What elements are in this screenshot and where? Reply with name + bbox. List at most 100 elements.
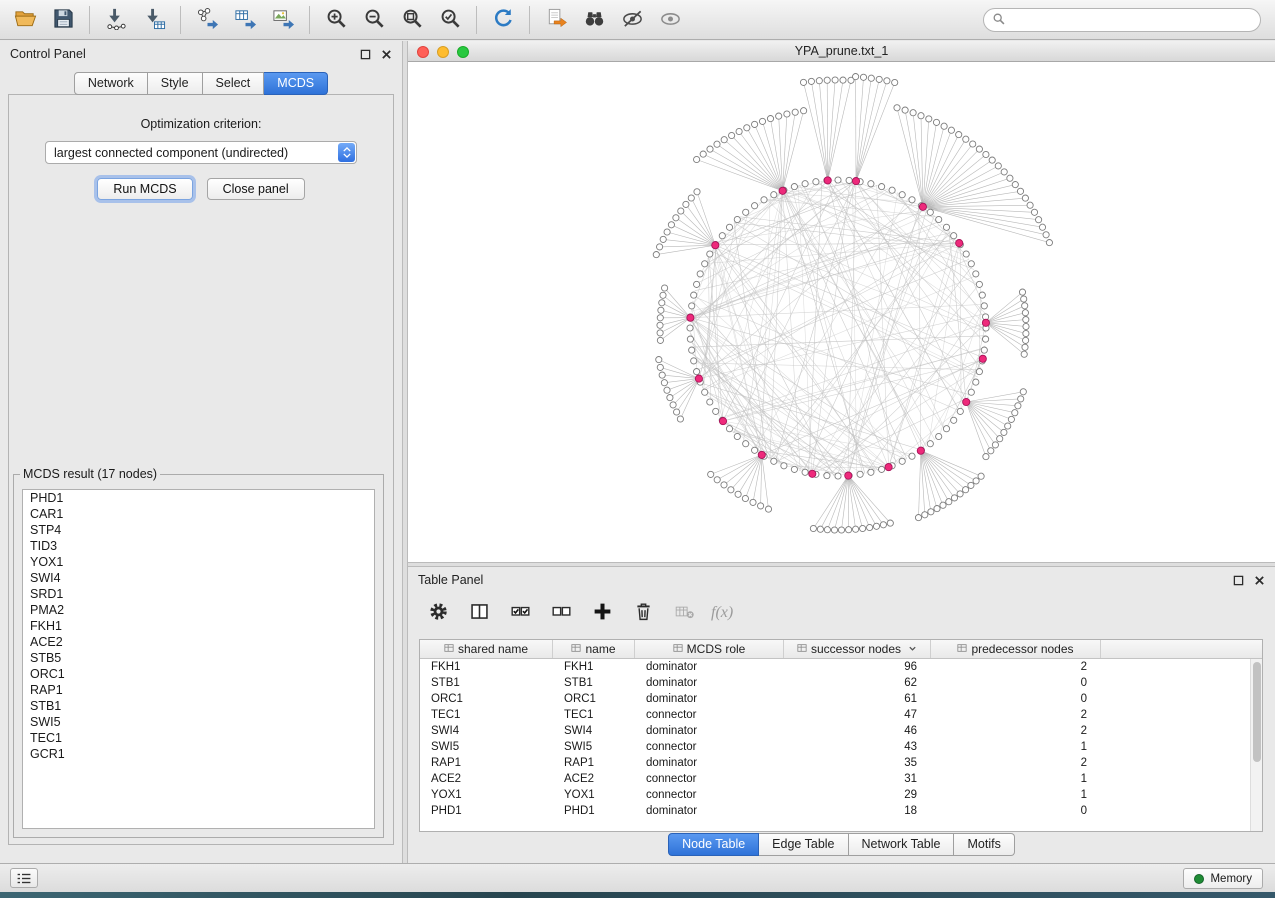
- deselect-all-checkbox-button[interactable]: [545, 598, 577, 628]
- table-row[interactable]: YOX1YOX1connector291: [420, 787, 1250, 803]
- zoom-in-button[interactable]: [317, 4, 355, 36]
- table-row[interactable]: STB1STB1dominator620: [420, 675, 1250, 691]
- export-table-button[interactable]: [226, 4, 264, 36]
- open-file-button[interactable]: [6, 4, 44, 36]
- search-network-button[interactable]: [575, 4, 613, 36]
- save-session-button[interactable]: [44, 4, 82, 36]
- cell-MCDS-role: dominator: [635, 725, 784, 737]
- table-row[interactable]: SWI4SWI4dominator462: [420, 723, 1250, 739]
- search-input[interactable]: [1006, 11, 1260, 29]
- select-all-checkbox-button[interactable]: [504, 598, 536, 628]
- close-panel-button[interactable]: Close panel: [207, 178, 305, 200]
- search-box[interactable]: [983, 8, 1261, 32]
- mcds-node-item[interactable]: SRD1: [23, 586, 374, 602]
- function-button[interactable]: f(x): [709, 598, 733, 628]
- column-grid-icon: [673, 642, 683, 656]
- show-panels-button[interactable]: [10, 868, 38, 888]
- table-row[interactable]: ACE2ACE2connector311: [420, 771, 1250, 787]
- mcds-node-item[interactable]: TID3: [23, 538, 374, 554]
- tab-mcds[interactable]: MCDS: [264, 72, 328, 95]
- split-view-button[interactable]: [463, 598, 495, 628]
- table-scrollbar-thumb[interactable]: [1253, 662, 1261, 762]
- export-network-icon: [196, 7, 219, 33]
- import-table-button[interactable]: [135, 4, 173, 36]
- table-row[interactable]: TEC1TEC1connector472: [420, 707, 1250, 723]
- zoom-out-button[interactable]: [355, 4, 393, 36]
- mcds-node-item[interactable]: SWI5: [23, 714, 374, 730]
- column-header-successor-nodes[interactable]: successor nodes: [784, 640, 931, 658]
- export-document-button[interactable]: [537, 4, 575, 36]
- column-header-MCDS-role[interactable]: MCDS role: [635, 640, 784, 658]
- zoom-fit-button[interactable]: [393, 4, 431, 36]
- mcds-node-item[interactable]: STB1: [23, 698, 374, 714]
- tab-select[interactable]: Select: [203, 72, 265, 95]
- show-graphics-button[interactable]: [651, 4, 689, 36]
- memory-button-label: Memory: [1210, 873, 1252, 885]
- column-header-predecessor-nodes[interactable]: predecessor nodes: [931, 640, 1101, 658]
- cell-MCDS-role: dominator: [635, 805, 784, 817]
- tab-node-table[interactable]: Node Table: [668, 833, 759, 856]
- memory-button[interactable]: Memory: [1183, 868, 1263, 889]
- save-session-icon: [52, 7, 75, 33]
- maximize-window-icon[interactable]: [457, 46, 469, 58]
- network-canvas[interactable]: [408, 62, 1275, 562]
- mcds-node-item[interactable]: FKH1: [23, 618, 374, 634]
- tab-network[interactable]: Network: [74, 72, 148, 95]
- mcds-node-item[interactable]: PHD1: [23, 490, 374, 506]
- cell-name: SWI5: [553, 741, 635, 753]
- gear-button[interactable]: [422, 598, 454, 628]
- criterion-select-value: largest connected component (undirected): [46, 146, 338, 160]
- tab-motifs[interactable]: Motifs: [954, 833, 1014, 856]
- show-graphics-icon: [659, 7, 682, 33]
- network-graph[interactable]: [408, 62, 1275, 562]
- delete-table-button[interactable]: [668, 598, 700, 628]
- mcds-node-item[interactable]: SWI4: [23, 570, 374, 586]
- mcds-result-list[interactable]: PHD1CAR1STP4TID3YOX1SWI4SRD1PMA2FKH1ACE2…: [22, 489, 375, 829]
- add-row-button[interactable]: [586, 598, 618, 628]
- mcds-node-item[interactable]: YOX1: [23, 554, 374, 570]
- export-image-button[interactable]: [264, 4, 302, 36]
- table-scrollbar[interactable]: [1250, 659, 1262, 831]
- column-header-shared-name[interactable]: shared name: [420, 640, 553, 658]
- criterion-select[interactable]: largest connected component (undirected): [45, 141, 357, 164]
- delete-row-button[interactable]: [627, 598, 659, 628]
- mcds-node-item[interactable]: PMA2: [23, 602, 374, 618]
- mcds-node-item[interactable]: ORC1: [23, 666, 374, 682]
- tab-style[interactable]: Style: [148, 72, 203, 95]
- mcds-node-item[interactable]: STB5: [23, 650, 374, 666]
- minimize-window-icon[interactable]: [437, 46, 449, 58]
- hide-style-button[interactable]: [613, 4, 651, 36]
- mcds-node-item[interactable]: STP4: [23, 522, 374, 538]
- network-window-titlebar[interactable]: YPA_prune.txt_1: [408, 41, 1275, 62]
- cell-predecessor-nodes: 1: [931, 789, 1101, 801]
- close-table-panel-icon[interactable]: [1254, 575, 1265, 586]
- float-table-panel-icon[interactable]: [1233, 575, 1244, 586]
- close-window-icon[interactable]: [417, 46, 429, 58]
- mcds-node-item[interactable]: ACE2: [23, 634, 374, 650]
- table-row[interactable]: SWI5SWI5connector431: [420, 739, 1250, 755]
- table-row[interactable]: FKH1FKH1dominator962: [420, 659, 1250, 675]
- cell-MCDS-role: connector: [635, 741, 784, 753]
- cell-name: SWI4: [553, 725, 635, 737]
- cell-successor-nodes: 46: [784, 725, 931, 737]
- cell-MCDS-role: connector: [635, 773, 784, 785]
- zoom-selected-button[interactable]: [431, 4, 469, 36]
- tab-network-table[interactable]: Network Table: [849, 833, 955, 856]
- table-panel-header: Table Panel: [408, 567, 1275, 593]
- close-panel-icon[interactable]: [381, 49, 392, 60]
- run-mcds-button[interactable]: Run MCDS: [97, 178, 192, 200]
- mcds-node-item[interactable]: CAR1: [23, 506, 374, 522]
- table-row[interactable]: ORC1ORC1dominator610: [420, 691, 1250, 707]
- import-network-button[interactable]: [97, 4, 135, 36]
- mcds-node-item[interactable]: TEC1: [23, 730, 374, 746]
- export-network-button[interactable]: [188, 4, 226, 36]
- column-header-name[interactable]: name: [553, 640, 635, 658]
- refresh-view-button[interactable]: [484, 4, 522, 36]
- delete-table-icon: [674, 601, 695, 625]
- tab-edge-table[interactable]: Edge Table: [759, 833, 848, 856]
- mcds-node-item[interactable]: GCR1: [23, 746, 374, 762]
- table-row[interactable]: PHD1PHD1dominator180: [420, 803, 1250, 819]
- table-row[interactable]: RAP1RAP1dominator352: [420, 755, 1250, 771]
- float-panel-icon[interactable]: [360, 49, 371, 60]
- mcds-node-item[interactable]: RAP1: [23, 682, 374, 698]
